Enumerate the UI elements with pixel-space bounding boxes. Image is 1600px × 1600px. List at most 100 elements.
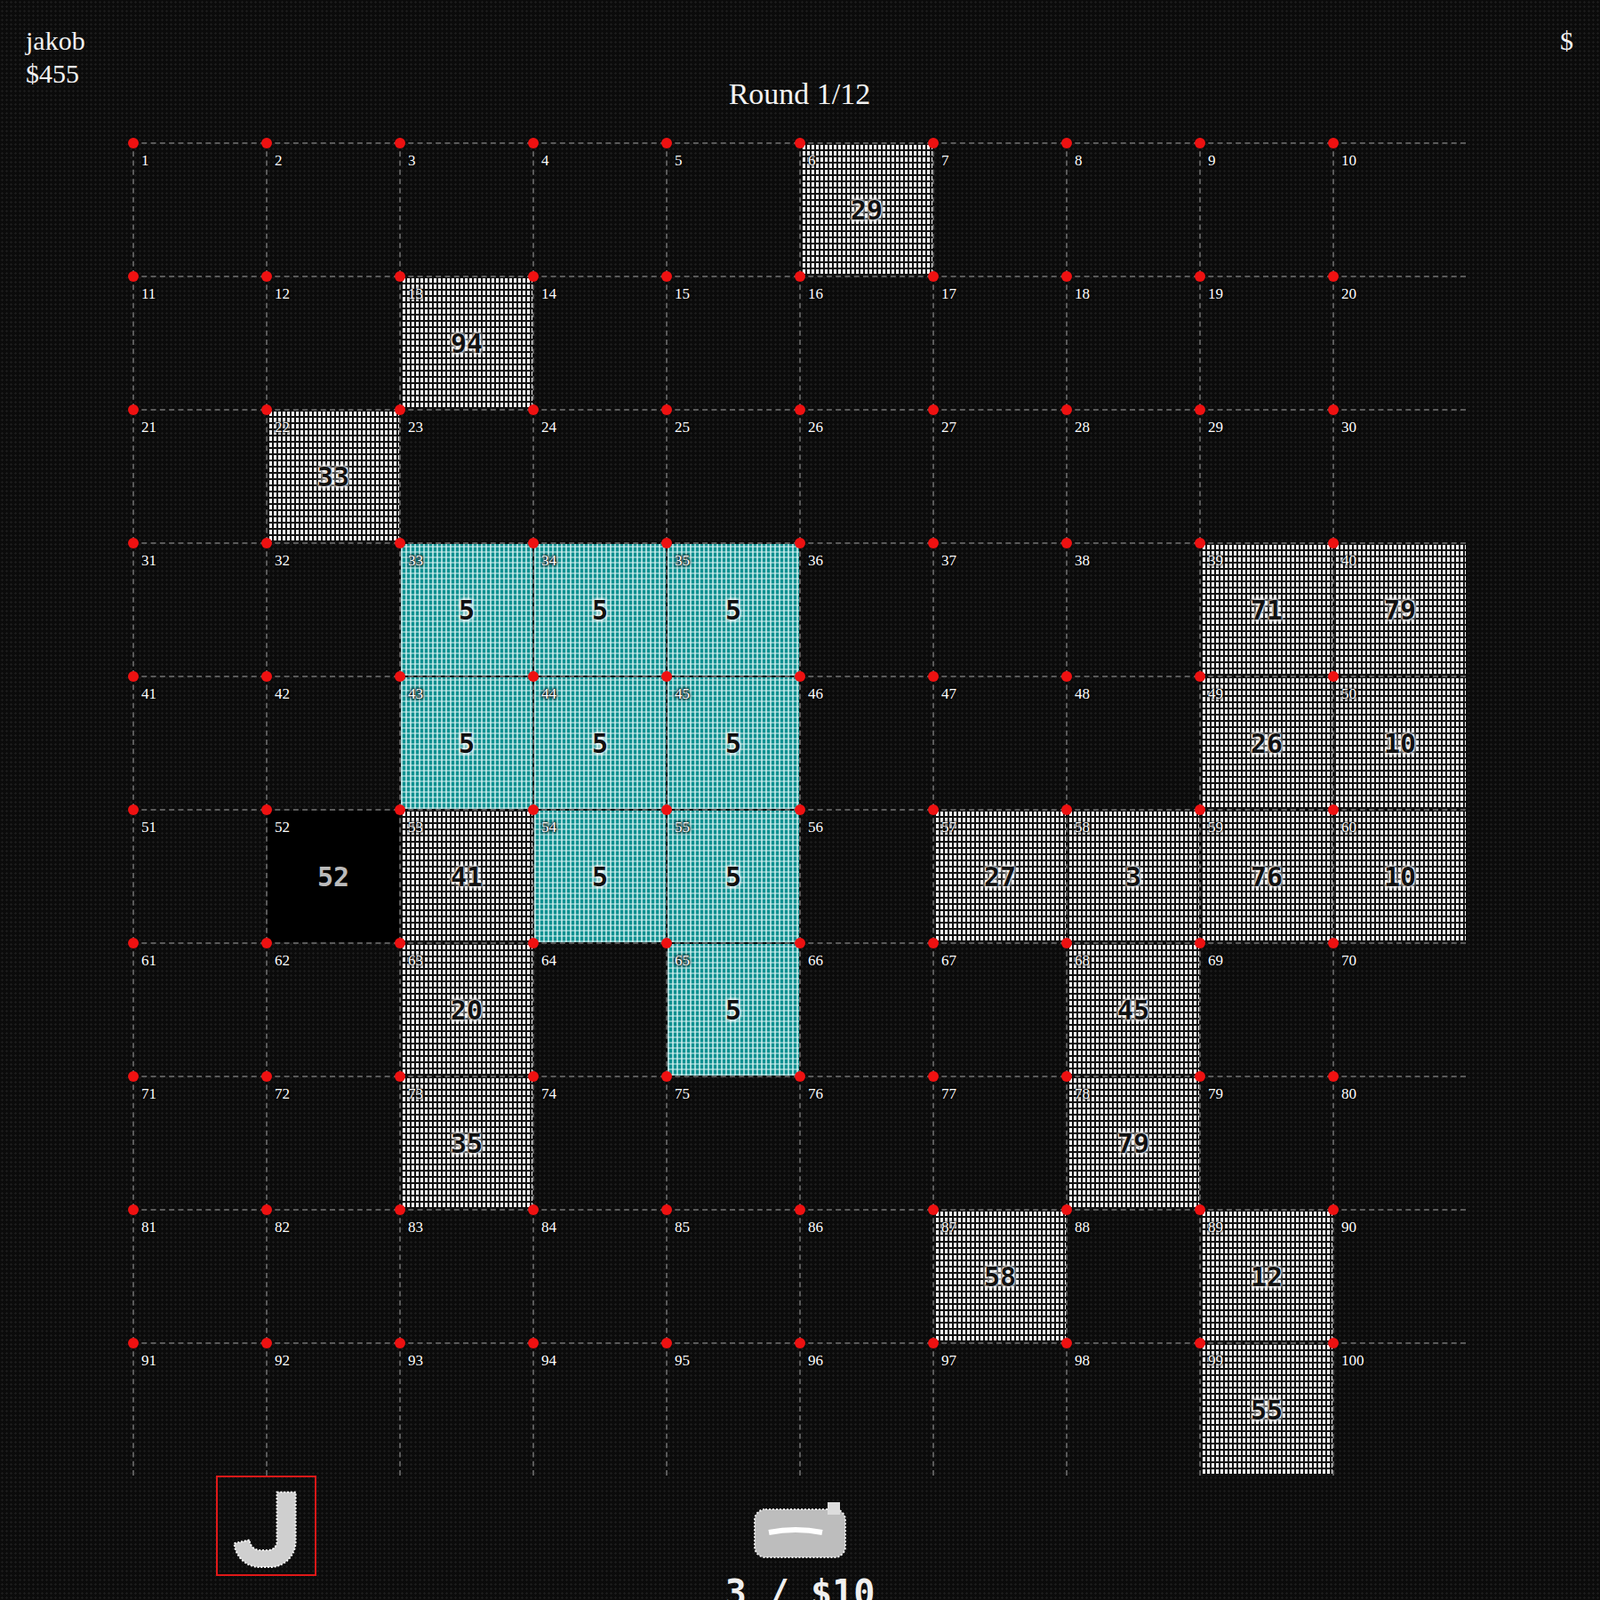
- board-cell[interactable]: 2: [265, 142, 400, 276]
- board-cell[interactable]: 28: [1065, 408, 1200, 543]
- board-cell[interactable]: 76: [799, 1075, 933, 1209]
- board-cell[interactable]: 4: [532, 142, 666, 276]
- board-cell[interactable]: 62: [265, 942, 400, 1076]
- board-cell[interactable]: 9: [1199, 142, 1333, 276]
- board-cell[interactable]: 3322: [265, 408, 400, 543]
- board-cell[interactable]: 7978: [1065, 1075, 1200, 1209]
- board-cell[interactable]: 535: [665, 542, 800, 676]
- board-cell[interactable]: 32: [265, 542, 400, 676]
- board-cell[interactable]: 4153: [399, 808, 533, 943]
- board-cell[interactable]: 72: [265, 1075, 400, 1209]
- board-cell[interactable]: 7: [932, 142, 1066, 276]
- board-cell[interactable]: 86: [799, 1208, 933, 1343]
- board-cell[interactable]: 2063: [399, 942, 533, 1076]
- board-cell[interactable]: 64: [532, 942, 666, 1076]
- bar-piece-icon[interactable]: [751, 1498, 849, 1561]
- board-cell[interactable]: 26: [799, 408, 933, 543]
- board-cell[interactable]: 80: [1332, 1075, 1466, 1209]
- board-cell[interactable]: 1050: [1332, 675, 1466, 809]
- board-cell[interactable]: 8: [1065, 142, 1200, 276]
- board-cell[interactable]: 82: [265, 1208, 400, 1343]
- board-cell[interactable]: 3: [399, 142, 533, 276]
- board-cell[interactable]: 30: [1332, 408, 1466, 543]
- board-cell[interactable]: 534: [532, 542, 666, 676]
- board-cell[interactable]: 70: [1332, 942, 1466, 1076]
- board-cell[interactable]: 10: [1332, 142, 1466, 276]
- board-cell[interactable]: 94: [532, 1342, 666, 1476]
- board-cell[interactable]: 97: [932, 1342, 1066, 1476]
- board-cell[interactable]: 9413: [399, 275, 533, 409]
- board-cell[interactable]: 91: [132, 1342, 266, 1476]
- board-cell[interactable]: 81: [132, 1208, 266, 1343]
- board-cell[interactable]: 7659: [1199, 808, 1333, 943]
- board-cell[interactable]: 5599: [1199, 1342, 1333, 1476]
- board-cell[interactable]: 29: [1199, 408, 1333, 543]
- board-cell[interactable]: 24: [532, 408, 666, 543]
- board-cell[interactable]: 4568: [1065, 942, 1200, 1076]
- board-cell[interactable]: 90: [1332, 1208, 1466, 1343]
- board-cell[interactable]: 100: [1332, 1342, 1466, 1476]
- board-cell[interactable]: 46: [799, 675, 933, 809]
- board-cell[interactable]: 14: [532, 275, 666, 409]
- piece-slot[interactable]: [216, 1475, 317, 1576]
- board-cell[interactable]: 5: [665, 142, 800, 276]
- board-cell[interactable]: 77: [932, 1075, 1066, 1209]
- board-cell[interactable]: 11: [132, 275, 266, 409]
- board-cell[interactable]: 565: [665, 942, 800, 1076]
- board-cell[interactable]: 21: [132, 408, 266, 543]
- board-cell[interactable]: 16: [799, 275, 933, 409]
- board-cell[interactable]: 296: [799, 142, 933, 276]
- board-cell[interactable]: 75: [665, 1075, 800, 1209]
- board-cell[interactable]: 15: [665, 275, 800, 409]
- board-cell[interactable]: 36: [799, 542, 933, 676]
- board-cell[interactable]: 1060: [1332, 808, 1466, 943]
- board-cell[interactable]: 17: [932, 275, 1066, 409]
- board-cell[interactable]: 37: [932, 542, 1066, 676]
- board-cell[interactable]: 69: [1199, 942, 1333, 1076]
- board-cell[interactable]: 20: [1332, 275, 1466, 409]
- board-cell[interactable]: 95: [665, 1342, 800, 1476]
- board-cell[interactable]: 38: [1065, 542, 1200, 676]
- board-cell[interactable]: 545: [665, 675, 800, 809]
- board-cell[interactable]: 31: [132, 542, 266, 676]
- board-cell[interactable]: 51: [132, 808, 266, 943]
- board-cell[interactable]: 61: [132, 942, 266, 1076]
- board-cell[interactable]: 67: [932, 942, 1066, 1076]
- board-cell[interactable]: 88: [1065, 1208, 1200, 1343]
- board-cell[interactable]: 47: [932, 675, 1066, 809]
- board-cell[interactable]: 41: [132, 675, 266, 809]
- board-cell[interactable]: 92: [265, 1342, 400, 1476]
- board-cell[interactable]: 19: [1199, 275, 1333, 409]
- board-cell[interactable]: 48: [1065, 675, 1200, 809]
- board-cell[interactable]: 85: [665, 1208, 800, 1343]
- board-cell[interactable]: 12: [265, 275, 400, 409]
- board-cell[interactable]: 18: [1065, 275, 1200, 409]
- board-cell[interactable]: 1: [132, 142, 266, 276]
- board-cell[interactable]: 74: [532, 1075, 666, 1209]
- board-cell[interactable]: 27: [932, 408, 1066, 543]
- board-cell[interactable]: 56: [799, 808, 933, 943]
- board-cell[interactable]: 93: [399, 1342, 533, 1476]
- board-cell[interactable]: 3573: [399, 1075, 533, 1209]
- board-cell[interactable]: 543: [399, 675, 533, 809]
- board-cell[interactable]: 79: [1199, 1075, 1333, 1209]
- board-cell[interactable]: 71: [132, 1075, 266, 1209]
- board-cell[interactable]: 554: [532, 808, 666, 943]
- board-cell[interactable]: 42: [265, 675, 400, 809]
- board-cell[interactable]: 83: [399, 1208, 533, 1343]
- board-cell[interactable]: 544: [532, 675, 666, 809]
- board-cell[interactable]: 23: [399, 408, 533, 543]
- board-cell[interactable]: 1289: [1199, 1208, 1333, 1343]
- board-cell[interactable]: 25: [665, 408, 800, 543]
- board-cell[interactable]: 533: [399, 542, 533, 676]
- board-cell[interactable]: 84: [532, 1208, 666, 1343]
- board-cell[interactable]: 7139: [1199, 542, 1333, 676]
- board-cell[interactable]: 358: [1065, 808, 1200, 943]
- board-cell[interactable]: 2757: [932, 808, 1066, 943]
- board-cell[interactable]: 5887: [932, 1208, 1066, 1343]
- board-cell[interactable]: 66: [799, 942, 933, 1076]
- board-cell[interactable]: 7940: [1332, 542, 1466, 676]
- tile[interactable]: 29: [800, 144, 933, 276]
- board-cell[interactable]: 555: [665, 808, 800, 943]
- board-cell[interactable]: 5252: [265, 808, 400, 943]
